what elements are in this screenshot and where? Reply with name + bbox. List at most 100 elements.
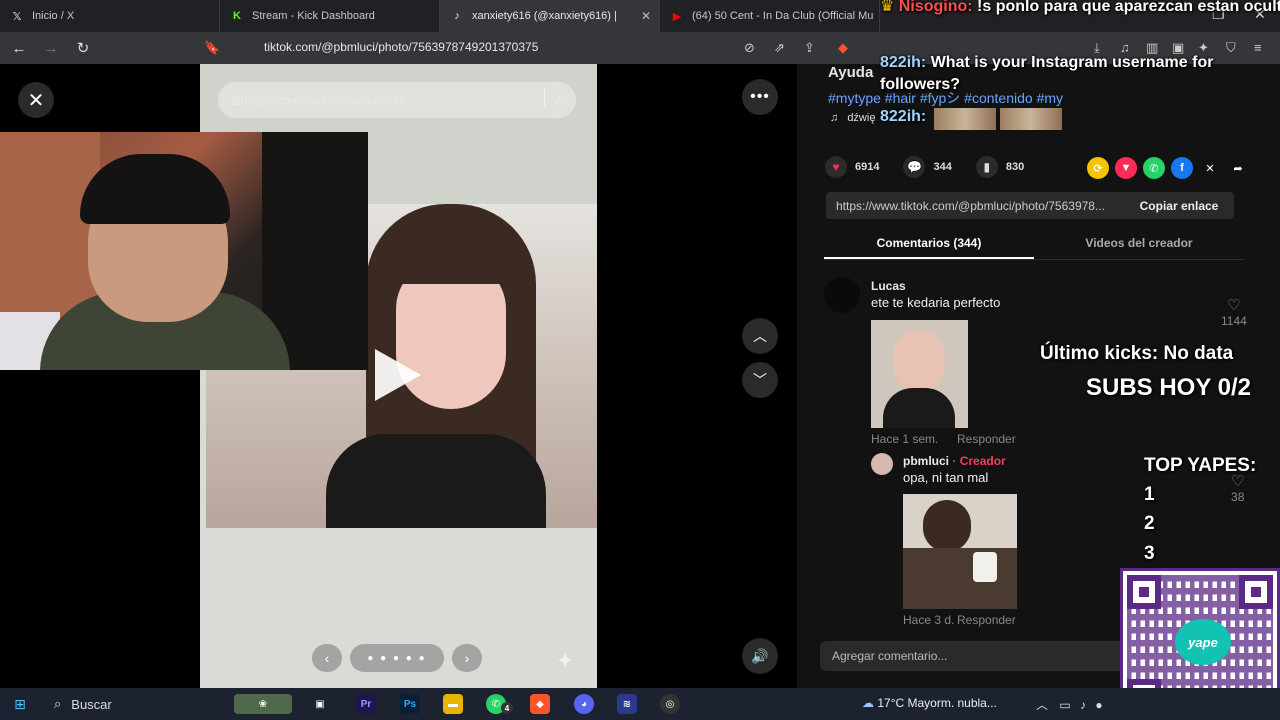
task-view-icon[interactable]: ▣: [310, 694, 330, 714]
save-count: 830: [1005, 161, 1025, 173]
menu-icon[interactable]: ≡: [1254, 40, 1262, 55]
reply-button[interactable]: Responder: [957, 432, 1016, 446]
comment-icon: 💬: [903, 156, 926, 178]
youtube-logo-icon: ▶: [672, 10, 682, 23]
comment-image-cup: [973, 552, 997, 582]
avatar[interactable]: [824, 277, 860, 313]
play-icon[interactable]: [375, 349, 421, 401]
close-viewer-button[interactable]: ✕: [18, 82, 54, 118]
taskbar-search[interactable]: ⌕ Buscar: [46, 692, 226, 716]
close-tab-icon[interactable]: ✕: [641, 9, 651, 23]
tab-youtube[interactable]: ▶ (64) 50 Cent - In Da Club (Official Mu: [660, 0, 880, 32]
streamlabs-icon[interactable]: ≋: [617, 694, 637, 714]
post-sound[interactable]: ♫ dźwię: [830, 112, 875, 124]
windows-taskbar: ⊞ ⌕ Buscar ❀ ▣ Pr Ps ▬ ✆ 4 ◆ ◕ ≋ ◎ ☁ 17°…: [0, 688, 1280, 720]
chevron-up-icon: ︿: [1036, 698, 1049, 712]
chevron-up-icon: ︿: [753, 328, 767, 344]
comment-username[interactable]: Lucas: [871, 279, 906, 293]
obs-icon[interactable]: ◎: [660, 694, 680, 714]
discord-icon[interactable]: ◕: [574, 694, 594, 714]
previous-post-button[interactable]: ︿: [742, 318, 778, 354]
post-link: https://www.tiktok.com/@pbmluci/photo/75…: [836, 198, 1105, 213]
like-button[interactable]: ♥ 6914: [825, 156, 879, 178]
tab-x[interactable]: 𝕏 Inicio / X: [0, 0, 220, 32]
creator-name: pbmluci: [903, 454, 950, 468]
brave-taskbar-icon[interactable]: ◆: [530, 694, 550, 714]
comment-username[interactable]: pbmluci · Creador: [903, 454, 1006, 468]
system-tray[interactable]: ︿ ▭ ♪ ●: [1036, 696, 1103, 713]
like-count: 6914: [855, 161, 880, 173]
comment-time: Hace 3 d.: [903, 613, 955, 627]
subs-today-label: SUBS HOY 0/2: [1086, 374, 1251, 401]
panel-tabs: Comentarios (344) Videos del creador: [824, 230, 1244, 260]
facebook-icon[interactable]: f: [1171, 157, 1193, 179]
mic-icon: ●: [1095, 698, 1103, 712]
no-tracking-icon: ⊘: [744, 40, 755, 55]
copy-link-button[interactable]: Copiar enlace: [1124, 192, 1234, 219]
next-slide-button[interactable]: ›: [452, 644, 482, 672]
last-kicks-label: Último kicks: No data: [1040, 343, 1234, 364]
comment-button[interactable]: 💬 344: [903, 156, 952, 178]
volume-button[interactable]: 🔊: [742, 638, 778, 674]
tab-kick[interactable]: K Stream - Kick Dashboard: [220, 0, 440, 32]
add-comment-input[interactable]: Agregar comentario...: [820, 641, 1160, 671]
share-page-icon[interactable]: ⇪: [804, 40, 815, 56]
more-share-icon[interactable]: ➦: [1227, 157, 1249, 179]
back-icon[interactable]: ←: [6, 35, 32, 61]
tab-creator-videos[interactable]: Videos del creador: [1034, 230, 1244, 259]
chat-nick: 822ih:: [880, 54, 927, 71]
slide-pager: ‹ ● ● ● ● ● ›: [312, 644, 482, 672]
webcam-hair: [80, 154, 230, 224]
previous-slide-button[interactable]: ‹: [312, 644, 342, 672]
taskbar-search-label: Buscar: [71, 696, 112, 712]
crown-icon: ♛: [880, 0, 895, 15]
photoshop-icon[interactable]: Ps: [400, 694, 420, 714]
chat-text: What is your Instagram username for foll…: [880, 54, 1214, 93]
weather-text: 17°C Mayorm. nubla...: [877, 696, 997, 710]
address-bar[interactable]: tiktok.com/@pbmluci/photo/75639787492013…: [264, 40, 538, 54]
photo-shirt: [326, 434, 546, 528]
open-external-icon[interactable]: ⇗: [774, 40, 785, 56]
share-buttons: ⟳ ▼ ✆ f ✕ ➦: [1087, 157, 1249, 179]
tab-title: xanxiety616 (@xanxiety616) |: [472, 10, 617, 22]
reload-icon[interactable]: ↻: [70, 35, 96, 61]
streamer-webcam: [0, 132, 368, 370]
windows-start-icon[interactable]: ⊞: [0, 688, 40, 720]
save-button[interactable]: ▮ 830: [975, 156, 1025, 178]
tab-title: Inicio / X: [32, 10, 75, 22]
reply-button[interactable]: Responder: [957, 613, 1016, 627]
tab-comments[interactable]: Comentarios (344): [824, 230, 1034, 259]
search-placeholder: Buscar contenido relacionado: [232, 92, 404, 108]
music-note-icon: ♫: [830, 112, 839, 124]
bookmark-icon: ▮: [975, 156, 998, 178]
comment-like-button[interactable]: ♡ 1144: [1221, 296, 1247, 328]
search-icon[interactable]: ⌕: [544, 89, 566, 107]
related-search-input[interactable]: Buscar contenido relacionado ⌕: [218, 82, 576, 118]
forward-icon[interactable]: →: [38, 35, 64, 61]
sparkle-icon: ✦: [556, 648, 575, 673]
chevron-down-icon: ﹀: [753, 372, 767, 388]
whatsapp-icon[interactable]: ✆: [1143, 157, 1165, 179]
tab-tiktok[interactable]: ♪ xanxiety616 (@xanxiety616) | ✕: [440, 0, 660, 32]
premiere-icon[interactable]: Pr: [356, 694, 376, 714]
search-highlight-icon[interactable]: ❀: [234, 694, 292, 714]
x-share-icon[interactable]: ✕: [1199, 157, 1221, 179]
comment-time: Hace 1 sem.: [871, 432, 939, 446]
comment-image[interactable]: [871, 320, 968, 428]
network-icon: ▭: [1059, 698, 1071, 712]
post-link-field[interactable]: https://www.tiktok.com/@pbmluci/photo/75…: [826, 192, 1234, 219]
chat-message: 822ih:: [880, 108, 926, 126]
avatar[interactable]: [871, 453, 893, 475]
repost-icon[interactable]: ⟳: [1087, 157, 1109, 179]
cloud-icon: ☁: [862, 696, 874, 710]
slide-dots: ● ● ● ● ●: [350, 644, 444, 672]
comment-image[interactable]: [903, 494, 1017, 609]
more-options-button[interactable]: •••: [742, 79, 778, 115]
weather-widget[interactable]: ☁ 17°C Mayorm. nubla...: [862, 696, 997, 710]
send-to-friend-icon[interactable]: ▼: [1115, 157, 1137, 179]
next-post-button[interactable]: ﹀: [742, 362, 778, 398]
bookmark-icon[interactable]: 🔖: [204, 40, 220, 56]
brave-shield-icon[interactable]: ◆: [838, 40, 848, 56]
comment-text: ete te kedaria perfecto: [871, 295, 1001, 310]
file-explorer-icon[interactable]: ▬: [443, 694, 463, 714]
